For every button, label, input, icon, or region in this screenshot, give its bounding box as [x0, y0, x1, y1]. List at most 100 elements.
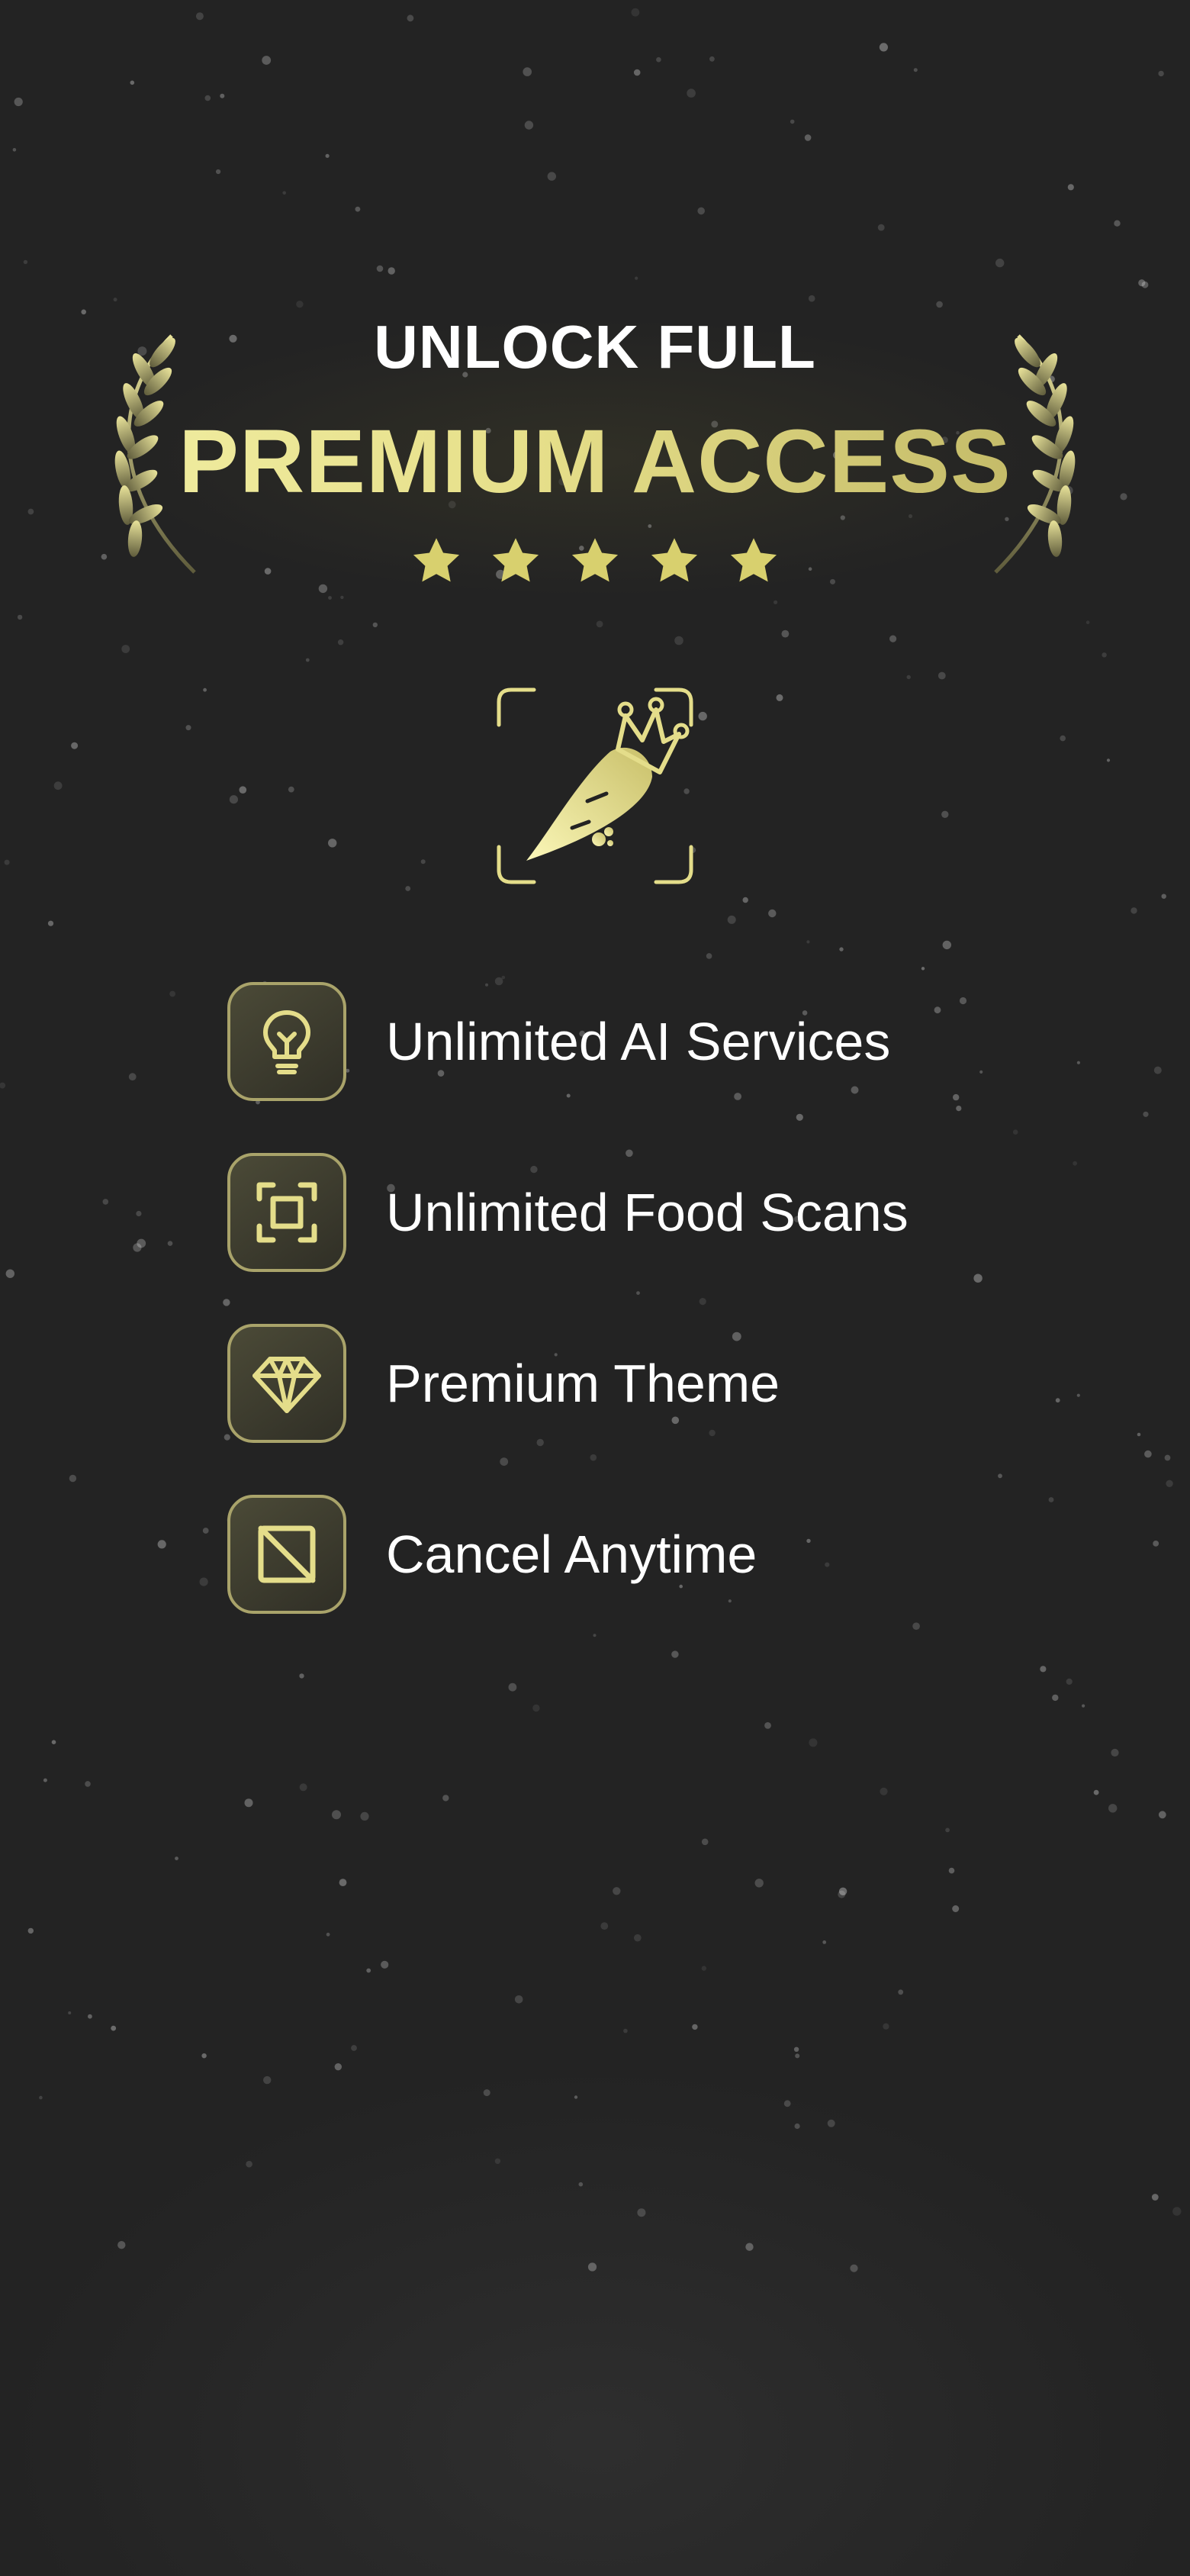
background-star	[494, 2158, 501, 2164]
background-star	[366, 1968, 371, 1973]
background-star	[795, 2053, 800, 2059]
star-icon	[571, 538, 619, 582]
background-star	[524, 121, 534, 130]
background-star	[1138, 279, 1146, 287]
background-star	[117, 2241, 126, 2249]
background-star	[600, 1922, 609, 1930]
background-star	[912, 1622, 920, 1630]
feature-label: Unlimited Food Scans	[386, 1183, 909, 1242]
background-star	[244, 1798, 253, 1808]
background-star	[613, 1887, 621, 1895]
feature-item-premium-theme: Premium Theme	[227, 1322, 909, 1444]
background-star	[941, 810, 949, 819]
background-star	[220, 93, 225, 98]
background-star	[578, 2182, 584, 2187]
background-star	[128, 1073, 137, 1081]
background-star	[405, 886, 411, 891]
background-star	[501, 975, 506, 980]
background-star	[883, 2023, 889, 2030]
background-star	[1012, 1129, 1018, 1135]
background-star	[839, 947, 844, 952]
background-star	[202, 1528, 209, 1534]
background-star	[1085, 620, 1090, 624]
background-star	[1055, 1398, 1060, 1403]
background-star	[783, 2100, 791, 2107]
feature-badge	[227, 1495, 346, 1614]
background-star	[1067, 184, 1074, 191]
background-star	[381, 1960, 389, 1969]
background-star	[942, 940, 952, 950]
background-star	[376, 265, 384, 272]
background-star	[1102, 652, 1107, 658]
background-star	[167, 1241, 173, 1246]
background-star	[774, 600, 778, 604]
feature-list: Unlimited AI Services Unlimited Food Sca…	[227, 980, 909, 1664]
background-star	[1137, 1432, 1141, 1437]
background-star	[697, 207, 705, 215]
scan-frame-icon	[256, 1182, 317, 1243]
background-star	[508, 1682, 517, 1692]
background-star	[793, 2046, 799, 2052]
background-star	[995, 258, 1005, 268]
background-star	[246, 2160, 252, 2168]
background-star	[420, 859, 426, 865]
star-icon	[413, 538, 460, 582]
background-star	[1130, 907, 1137, 914]
background-star	[877, 224, 885, 231]
star-icon	[730, 538, 777, 582]
background-star	[328, 596, 332, 600]
background-star	[121, 645, 130, 653]
background-star	[674, 636, 683, 646]
feature-item-ai-services: Unlimited AI Services	[227, 980, 909, 1103]
background-star	[4, 859, 10, 865]
background-star	[794, 2123, 800, 2130]
background-star	[288, 786, 294, 793]
background-star	[687, 89, 696, 98]
background-star	[1144, 1450, 1152, 1458]
diamond-icon	[252, 1357, 321, 1413]
background-star	[727, 915, 736, 924]
feature-badge	[227, 1153, 346, 1272]
background-star	[979, 1070, 983, 1074]
background-star	[204, 95, 211, 101]
background-star	[623, 2028, 628, 2033]
background-star	[742, 897, 748, 903]
background-star	[68, 2011, 72, 2014]
background-star	[299, 1673, 304, 1679]
background-star	[340, 595, 344, 600]
background-star	[1114, 220, 1121, 227]
background-star	[299, 1783, 307, 1792]
background-star	[532, 1704, 540, 1712]
background-star	[808, 295, 815, 302]
background-star	[547, 172, 556, 181]
feature-item-food-scans: Unlimited Food Scans	[227, 1151, 909, 1274]
background-star	[130, 80, 135, 85]
star-icon	[651, 538, 698, 582]
background-star	[1164, 1454, 1171, 1461]
background-star	[879, 43, 888, 52]
background-star	[1060, 735, 1066, 742]
background-star	[1076, 1393, 1080, 1397]
background-star	[332, 1810, 341, 1820]
background-star	[262, 56, 272, 65]
background-star	[913, 68, 918, 72]
background-star	[1076, 1061, 1080, 1064]
background-star	[296, 301, 304, 308]
background-star	[656, 56, 661, 63]
background-star	[806, 940, 810, 944]
background-star	[952, 1905, 960, 1912]
background-star	[326, 1932, 330, 1937]
background-star	[898, 1989, 904, 1995]
cancel-square-icon	[258, 1525, 316, 1583]
lightbulb-icon	[263, 1010, 310, 1074]
background-star	[337, 639, 344, 646]
background-star	[745, 2243, 754, 2251]
background-star	[706, 953, 712, 959]
background-star	[27, 1927, 34, 1934]
background-star	[351, 2045, 357, 2051]
background-star	[216, 169, 221, 175]
background-star	[88, 2014, 92, 2019]
background-star	[953, 1093, 960, 1101]
background-star	[14, 97, 23, 107]
feature-item-cancel-anytime: Cancel Anytime	[227, 1493, 909, 1615]
